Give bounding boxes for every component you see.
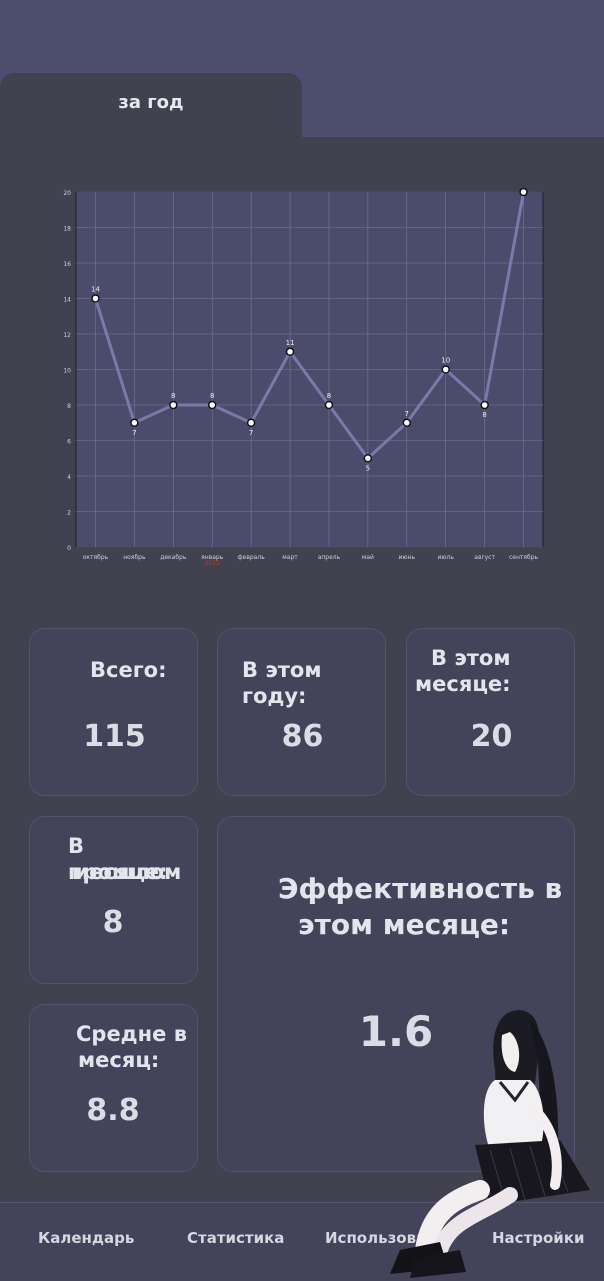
data-point [169, 400, 178, 410]
last-month-value: 8 [102, 905, 124, 940]
total-card: Всего: 115 [29, 628, 198, 796]
average-label-line2: месяц: [78, 1048, 160, 1072]
data-label: 8 [327, 392, 331, 400]
tab-year-label: за год [118, 92, 184, 113]
data-point [324, 400, 334, 410]
average-label-line1: Средне в [76, 1022, 187, 1046]
total-label: Всего: [90, 658, 167, 682]
total-value: 115 [83, 719, 146, 754]
data-point [285, 347, 295, 356]
data-label: 7 [132, 429, 136, 437]
y-tick-label: 4 [67, 474, 71, 481]
x-tick-label: май [362, 554, 374, 561]
this-month-value: 20 [470, 719, 513, 754]
data-label: 7 [249, 429, 253, 437]
yearly-line-chart: 02468101214161820октябрь ноябрь декабрь янв… [63, 188, 544, 567]
y-tick-label: 0 [67, 545, 71, 552]
y-tick-label: 18 [63, 226, 71, 233]
efficiency-label-line1: Эффективность в [278, 872, 563, 905]
last-month-label-line2: месяце: [72, 860, 168, 884]
data-point [480, 400, 489, 410]
y-tick-label: 2 [67, 510, 71, 517]
y-tick-label: 12 [63, 332, 71, 339]
data-point [130, 418, 139, 427]
data-label: 5 [366, 464, 370, 472]
x-tick-label: март [282, 554, 298, 561]
anime-girl-illustration [390, 1010, 590, 1278]
x-tick-label: февраль [238, 554, 266, 561]
y-tick-label: 20 [63, 190, 71, 197]
data-point [91, 294, 100, 303]
y-tick-label: 6 [67, 439, 71, 446]
x-tick-label: октябрь [83, 554, 109, 561]
last-month-card: В прошлом месяце: 8 [29, 816, 198, 984]
y-tick-label: 14 [63, 297, 71, 304]
this-month-label-line2: месяце: [415, 672, 511, 696]
x-tick-label: сентябрь [509, 554, 539, 561]
nav-statistics[interactable]: Статистика [187, 1229, 284, 1247]
average-value: 8.8 [86, 1093, 140, 1128]
this-year-card: В этом году: 86 [217, 628, 386, 796]
data-label: 8 [210, 392, 214, 400]
y-tick-label: 16 [63, 261, 71, 268]
this-month-card: В этом месяце: 20 [406, 628, 575, 796]
data-label: 11 [286, 339, 295, 347]
data-point [441, 365, 450, 374]
x-tick-label: август [474, 554, 495, 561]
y-tick-label: 8 [67, 403, 71, 410]
data-point [246, 418, 256, 427]
data-label: 10 [441, 357, 450, 365]
this-year-label: В этом году: [242, 658, 322, 708]
nav-calendar[interactable]: Календарь [38, 1229, 134, 1247]
data-label: 7 [405, 410, 409, 418]
data-point [363, 454, 373, 463]
x-tick-label: декабрь [160, 554, 187, 561]
x-tick-label: июль [438, 554, 455, 561]
this-month-label-line1: В этом [431, 646, 511, 670]
y-tick-label: 10 [63, 368, 71, 375]
average-card: Средне в месяц: 8.8 [29, 1004, 198, 1172]
this-year-value: 86 [281, 719, 324, 754]
efficiency-label-line2: этом месяце: [298, 908, 511, 941]
data-label: 14 [91, 286, 100, 294]
data-label: 8 [482, 411, 486, 419]
data-label: 8 [171, 392, 175, 400]
year-marker-label: 2023 [205, 560, 220, 567]
data-point [519, 188, 528, 197]
data-point [207, 400, 217, 410]
x-tick-label: апрель [318, 554, 341, 561]
data-point [402, 418, 412, 427]
x-tick-label: июнь [399, 554, 416, 561]
x-tick-label: ноябрь [123, 554, 146, 561]
